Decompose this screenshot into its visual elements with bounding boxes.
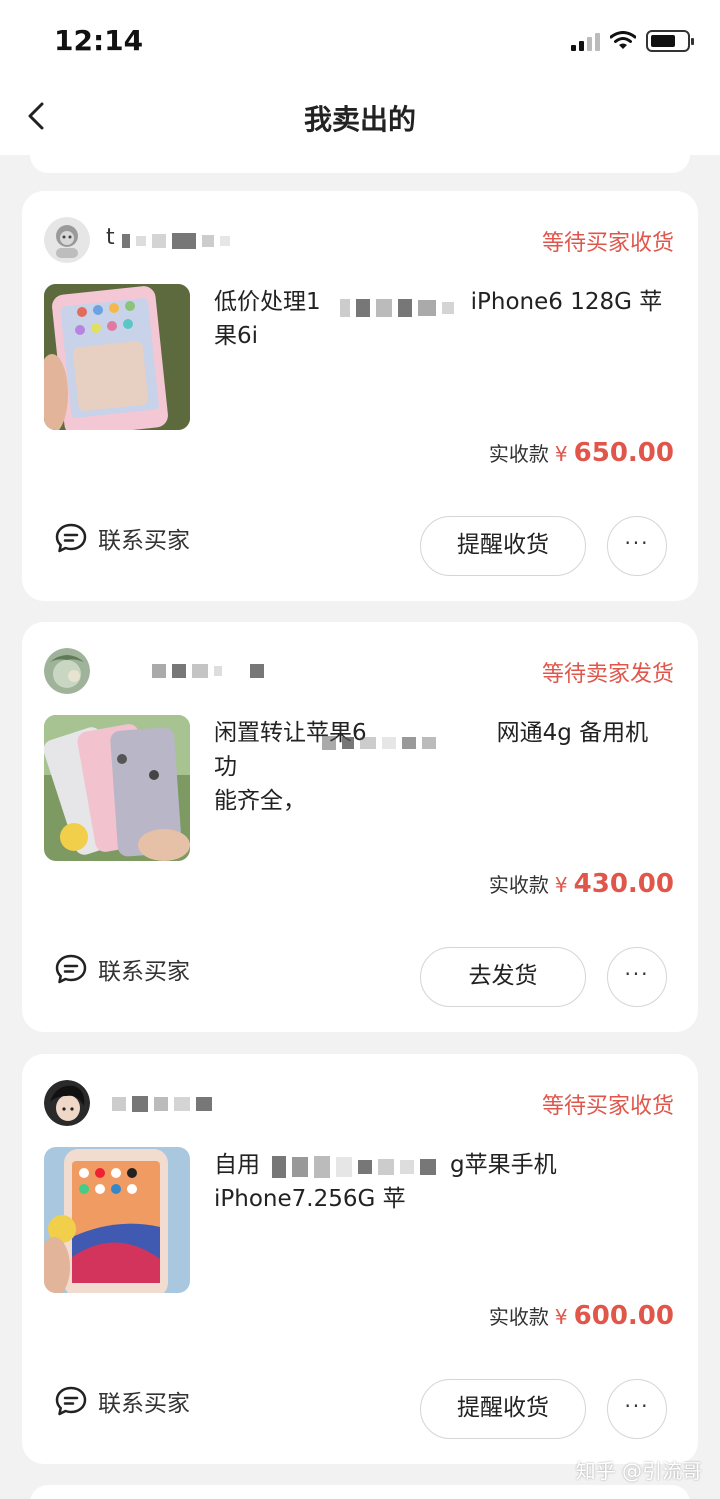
price-currency: ¥ (554, 442, 568, 466)
product-title[interactable]: 闲置转让苹果6 网通4g 备用机 功 能齐全， (214, 716, 674, 818)
avatar[interactable] (44, 217, 90, 263)
chat-bubble-icon (55, 954, 87, 984)
product-image[interactable] (44, 1147, 190, 1293)
product-image[interactable] (44, 715, 190, 861)
contact-buyer-label: 联系买家 (98, 959, 190, 985)
censored-name (122, 233, 230, 249)
order-card[interactable]: t 等待买家收货 低价处理1 iPhone6 128G 苹 果6i 实收款 ¥ … (22, 191, 698, 601)
order-card[interactable]: 等待买家收货 自用 g苹果手机 iPhone7.256G 苹 实收款 ¥ 600… (22, 1054, 698, 1464)
page-title: 我卖出的 (303, 103, 416, 136)
contact-buyer-label: 联系买家 (98, 528, 190, 554)
product-title-part: g苹果手机 (450, 1152, 557, 1178)
next-card-edge (30, 1485, 690, 1499)
status-bar: 12:14 (0, 0, 720, 80)
battery-icon (646, 30, 694, 52)
status-icons (571, 30, 694, 52)
product-title-part: 自用 (214, 1152, 260, 1178)
price-currency: ¥ (554, 873, 568, 897)
price-label: 实收款 (488, 1305, 549, 1329)
avatar[interactable] (44, 1080, 90, 1126)
contact-buyer-label: 联系买家 (98, 1391, 190, 1417)
avatar[interactable] (44, 648, 90, 694)
more-options-button[interactable]: ··· (607, 516, 667, 576)
watermark: 知乎 @引流哥 (575, 1459, 702, 1483)
censored-name (152, 664, 264, 678)
more-options-button[interactable]: ··· (607, 1379, 667, 1439)
product-title[interactable]: 低价处理1 iPhone6 128G 苹 果6i (214, 285, 674, 353)
censored-title (340, 299, 454, 317)
product-title-part: iPhone6 128G 苹 (470, 289, 663, 315)
chat-bubble-icon (55, 523, 87, 553)
signal-icon (571, 31, 600, 51)
ship-order-button[interactable]: 去发货 (420, 947, 586, 1007)
order-status: 等待买家收货 (541, 1094, 674, 1119)
product-title-part: 能齐全， (214, 788, 306, 814)
wifi-icon (610, 31, 636, 49)
status-time: 12:14 (54, 24, 144, 57)
more-options-button[interactable]: ··· (607, 947, 667, 1007)
contact-buyer-button[interactable]: 联系买家 (54, 521, 190, 555)
product-image[interactable] (44, 284, 190, 430)
price-row: 实收款 ¥ 430.00 (489, 869, 674, 899)
censored-title (272, 1156, 436, 1178)
price-label: 实收款 (488, 873, 549, 897)
nav-bar: 我卖出的 (0, 80, 720, 155)
remind-receipt-button[interactable]: 提醒收货 (420, 516, 586, 576)
order-status: 等待买家收货 (541, 231, 674, 256)
price-currency: ¥ (554, 1305, 568, 1329)
price-value: 430.00 (573, 869, 674, 899)
chat-bubble-icon (55, 1386, 87, 1416)
product-title-part: 低价处理1 (214, 289, 321, 315)
price-value: 650.00 (573, 438, 674, 468)
contact-buyer-button[interactable]: 联系买家 (54, 952, 190, 986)
price-value: 600.00 (573, 1301, 674, 1331)
remind-receipt-button[interactable]: 提醒收货 (420, 1379, 586, 1439)
order-card[interactable]: 等待卖家发货 闲置转让苹果6 网通4g 备用机 功 能齐全， 实收款 ¥ 430… (22, 622, 698, 1032)
product-title-part: 果6i (214, 323, 259, 349)
price-row: 实收款 ¥ 600.00 (489, 1301, 674, 1331)
previous-card-edge (30, 155, 690, 173)
censored-title (322, 736, 436, 750)
censored-name (112, 1096, 212, 1112)
price-row: 实收款 ¥ 650.00 (489, 438, 674, 468)
product-title-part: iPhone7.256G 苹 (214, 1186, 406, 1212)
buyer-name: t (106, 225, 115, 250)
order-status: 等待卖家发货 (541, 662, 674, 687)
price-label: 实收款 (488, 442, 549, 466)
contact-buyer-button[interactable]: 联系买家 (54, 1384, 190, 1418)
